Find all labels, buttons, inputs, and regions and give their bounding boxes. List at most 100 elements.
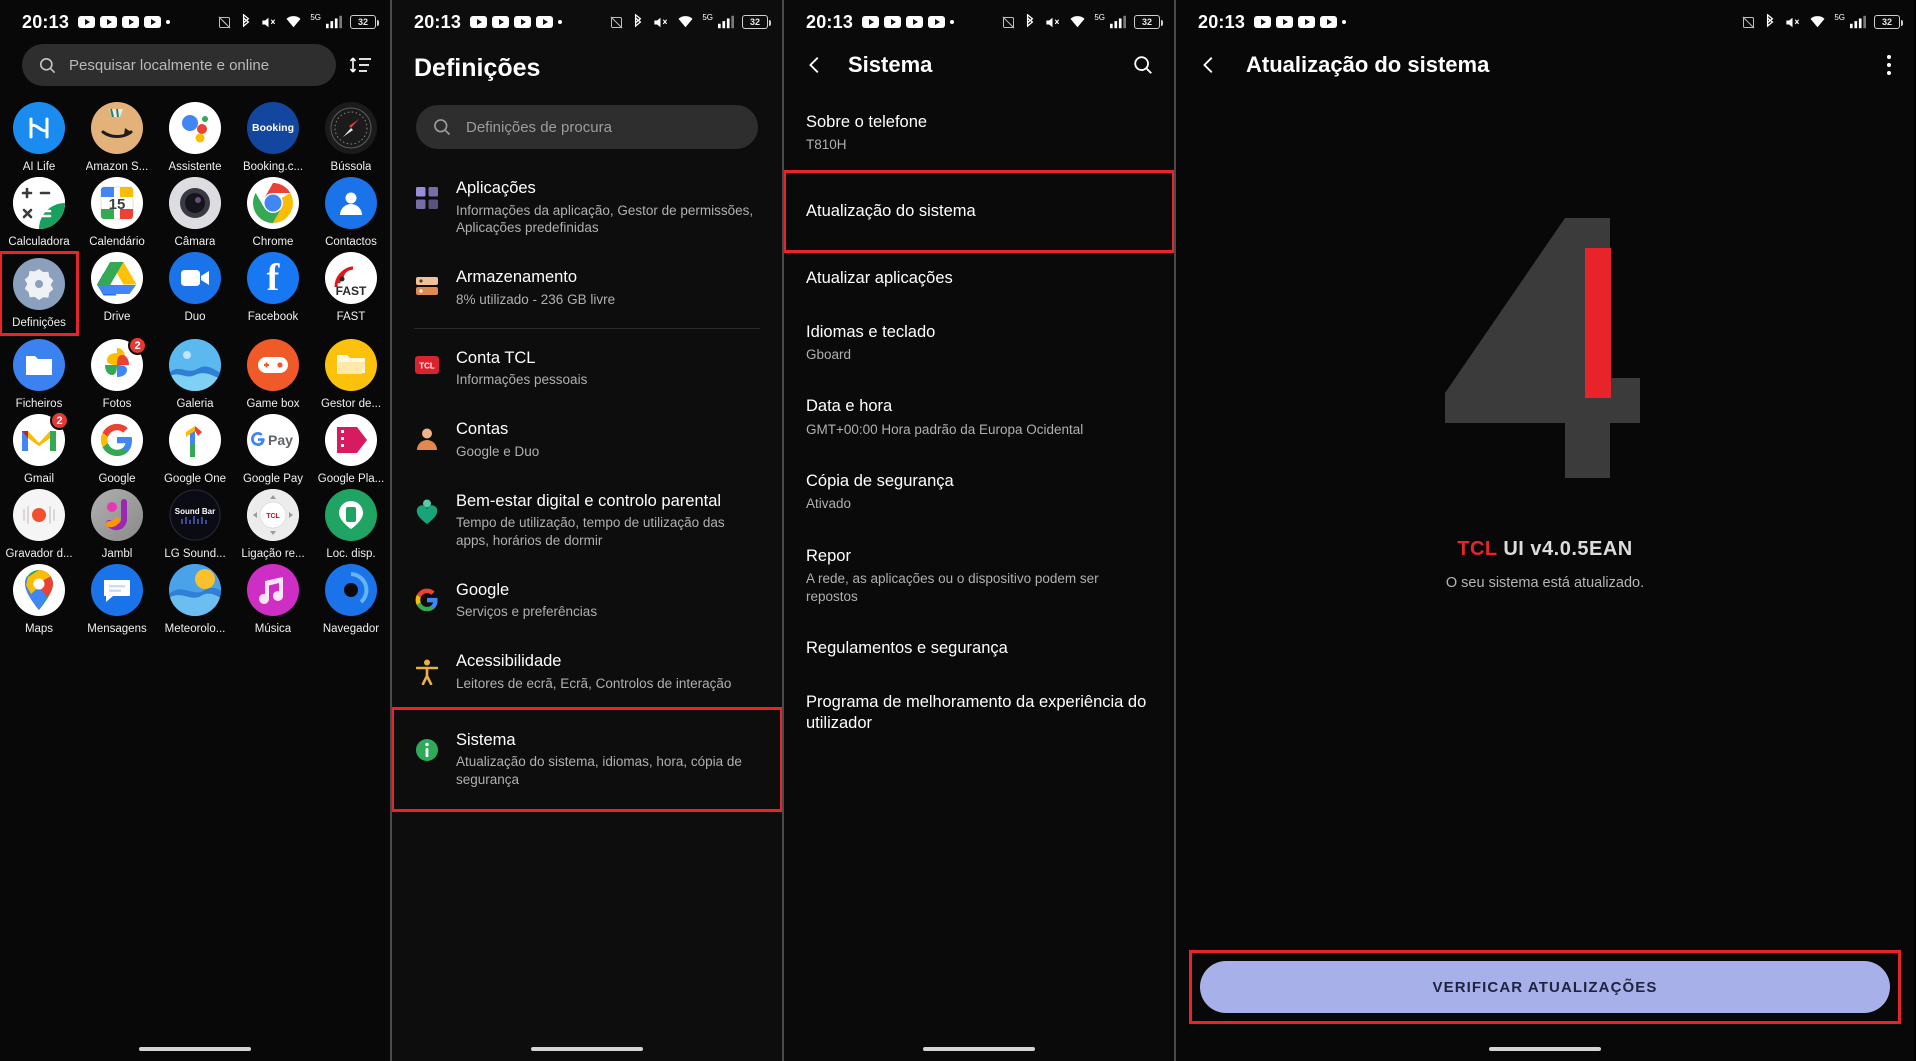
app-icon-gmail[interactable]: 2 Gmail [0,411,78,485]
signal-icon [718,15,734,29]
settings-item-contas[interactable]: Contas Google e Duo [392,404,782,475]
more-notifications-dot-icon [558,20,563,24]
system-item-atualizar-aplica-es[interactable]: Atualizar aplicações [784,252,1174,305]
app-icon-c-mara[interactable]: Câmara [156,177,234,248]
check-updates-button[interactable]: VERIFICAR ATUALIZAÇÕES [1200,961,1890,1013]
app-icon-maps[interactable]: Maps [0,564,78,635]
app-icon-lg-sound[interactable]: Sound Bar LG Sound... [156,489,234,560]
app-label: Mensagens [87,623,147,635]
wifi-icon [1810,16,1825,28]
app-icon-contactos[interactable]: Contactos [312,177,390,248]
battery-indicator: 32 [1874,15,1903,29]
system-list: Sobre o telefone T810H Atualização do sist… [784,96,1174,751]
app-icon-calend-rio[interactable]: 15 Calendário [78,177,156,248]
settings-item-aplica-es[interactable]: Aplicações Informações da aplicação, Gest… [392,163,782,252]
app-icon-wrapper: Booking [247,102,299,154]
system-item-idiomas-e-teclado[interactable]: Idiomas e teclado Gboard [784,306,1174,381]
app-icon-facebook[interactable]: f Facebook [234,252,312,335]
file-manager-icon [325,339,377,391]
back-chevron-icon[interactable] [1198,54,1220,76]
more-notifications-dot-icon [1342,20,1347,24]
app-icon-m-sica[interactable]: Música [234,564,312,635]
navigation-pill-bar[interactable] [392,1047,782,1051]
app-icon-fast[interactable]: FAST FAST [312,252,390,335]
lg-sound-bar-icon: Sound Bar [169,489,221,541]
app-icon-google-pay[interactable]: Pay Google Pay [234,414,312,485]
settings-item-acessibilidade[interactable]: Acessibilidade Leitores de ecrã, Ecrã, Co… [392,636,782,707]
system-item-atualiza-o-do-sistema[interactable]: Atualização do sistema [784,169,1174,254]
app-icon-google-one[interactable]: Google One [156,414,234,485]
hero-version-numeral [1176,198,1914,498]
settings-item-conta-tcl[interactable]: TCL Conta TCL Informações pessoais [392,333,782,404]
overflow-menu-icon[interactable] [1886,53,1892,77]
app-icon-loc-disp[interactable]: Loc. disp. [312,489,390,560]
settings-item-subtitle: Leitores de ecrã, Ecrã, Controlos de int… [456,675,732,691]
navigation-pill-bar[interactable] [0,1047,390,1051]
app-icon-calculadora[interactable]: Calculadora [0,177,78,248]
system-item-data-e-hora[interactable]: Data e hora GMT+00:00 Hora padrão da Euro… [784,380,1174,455]
home-gesture-pill[interactable] [139,1047,251,1051]
app-icon-assistente[interactable]: Assistente [156,102,234,173]
app-icon-game-box[interactable]: Game box [234,339,312,410]
app-icon-gestor-de[interactable]: Gestor de... [312,339,390,410]
app-icon-wrapper [325,489,377,541]
app-icon-defini-es[interactable]: Definições [0,251,79,336]
app-label: Galeria [176,398,214,410]
app-icon-mensagens[interactable]: Mensagens [78,564,156,635]
home-gesture-pill[interactable] [923,1047,1035,1051]
app-label: Bússola [330,161,372,173]
app-label: Definições [12,317,66,329]
digital-wellbeing-heart-icon [414,491,440,525]
system-item-repor[interactable]: Repor A rede, as aplicações ou o disposit… [784,530,1174,623]
settings-item-bem-estar-digital-e-controlo-parental[interactable]: Bem-estar digital e controlo parental Tem… [392,476,782,565]
search-input[interactable]: Pesquisar localmente e online [22,44,336,86]
app-icon-drive[interactable]: Drive [78,252,156,335]
system-item-sobre-o-telefone[interactable]: Sobre o telefone T810H [784,96,1174,171]
back-chevron-icon[interactable] [804,54,826,76]
app-icon-galeria[interactable]: Galeria [156,339,234,410]
app-icon-wrapper [169,252,221,304]
app-label: Calculadora [8,236,70,248]
app-label: Facebook [247,311,299,323]
app-icon-jambl[interactable]: Jambl [78,489,156,560]
wifi-icon [1070,16,1085,28]
app-icon-meteorolo[interactable]: Meteorolo... [156,564,234,635]
network-type-label: 5G [310,12,321,22]
app-icon-amazon-s[interactable]: Amazon S... [78,102,156,173]
app-icon-ai-life[interactable]: AI Life [0,102,78,173]
app-icon-booking-c[interactable]: Booking Booking.c... [234,102,312,173]
sort-list-icon[interactable] [346,54,376,76]
settings-item-google[interactable]: Google Serviços e preferências [392,565,782,636]
app-icon-wrapper [169,339,221,391]
app-icon-gravador-d[interactable]: Gravador d... [0,489,78,560]
home-gesture-pill[interactable] [531,1047,643,1051]
volume-mute-icon [1786,17,1800,27]
search-icon[interactable] [1132,54,1154,76]
navigation-pill-bar[interactable] [784,1047,1174,1051]
settings-item-armazenamento[interactable]: Armazenamento 8% utilizado - 236 GB livre [392,252,782,323]
settings-search-input[interactable]: Definições de procura [416,105,758,149]
app-icon-google-pla[interactable]: Google Pla... [312,414,390,485]
settings-item-title: Sistema [456,730,516,749]
system-item-regulamentos-e-seguran-a[interactable]: Regulamentos e segurança [784,622,1174,675]
app-icon-liga-o-re[interactable]: TCL Ligação re... [234,489,312,560]
battery-indicator: 32 [742,15,771,29]
amazon-shopping-icon [91,102,143,154]
app-icon-fotos[interactable]: 2 Fotos [78,336,156,410]
app-icon-ficheiros[interactable]: Ficheiros [0,339,78,410]
app-label: Ligação re... [241,548,305,560]
app-icon-duo[interactable]: Duo [156,252,234,335]
settings-item-sistema[interactable]: Sistema Atualização do sistema, idiomas, … [392,706,782,812]
home-gesture-pill[interactable] [1489,1047,1601,1051]
system-item-programa-de-melhoramento-da-experi-ncia-do-utilizador[interactable]: Programa de melhoramento da experiência … [784,676,1174,751]
navigation-pill-bar[interactable] [1176,1047,1914,1051]
system-item-title: Data e hora [806,397,893,416]
app-icon-google[interactable]: Google [78,414,156,485]
app-icon-navegador[interactable]: Navegador [312,564,390,635]
app-icon-chrome[interactable]: Chrome [234,177,312,248]
app-icon-wrapper [13,564,65,616]
status-time: 20:13 [806,11,854,32]
system-item-c-pia-de-seguran-a[interactable]: Cópia de segurança Ativado [784,455,1174,530]
svg-text:FAST: FAST [336,284,367,298]
app-icon-b-ssola[interactable]: Bússola [312,102,390,173]
